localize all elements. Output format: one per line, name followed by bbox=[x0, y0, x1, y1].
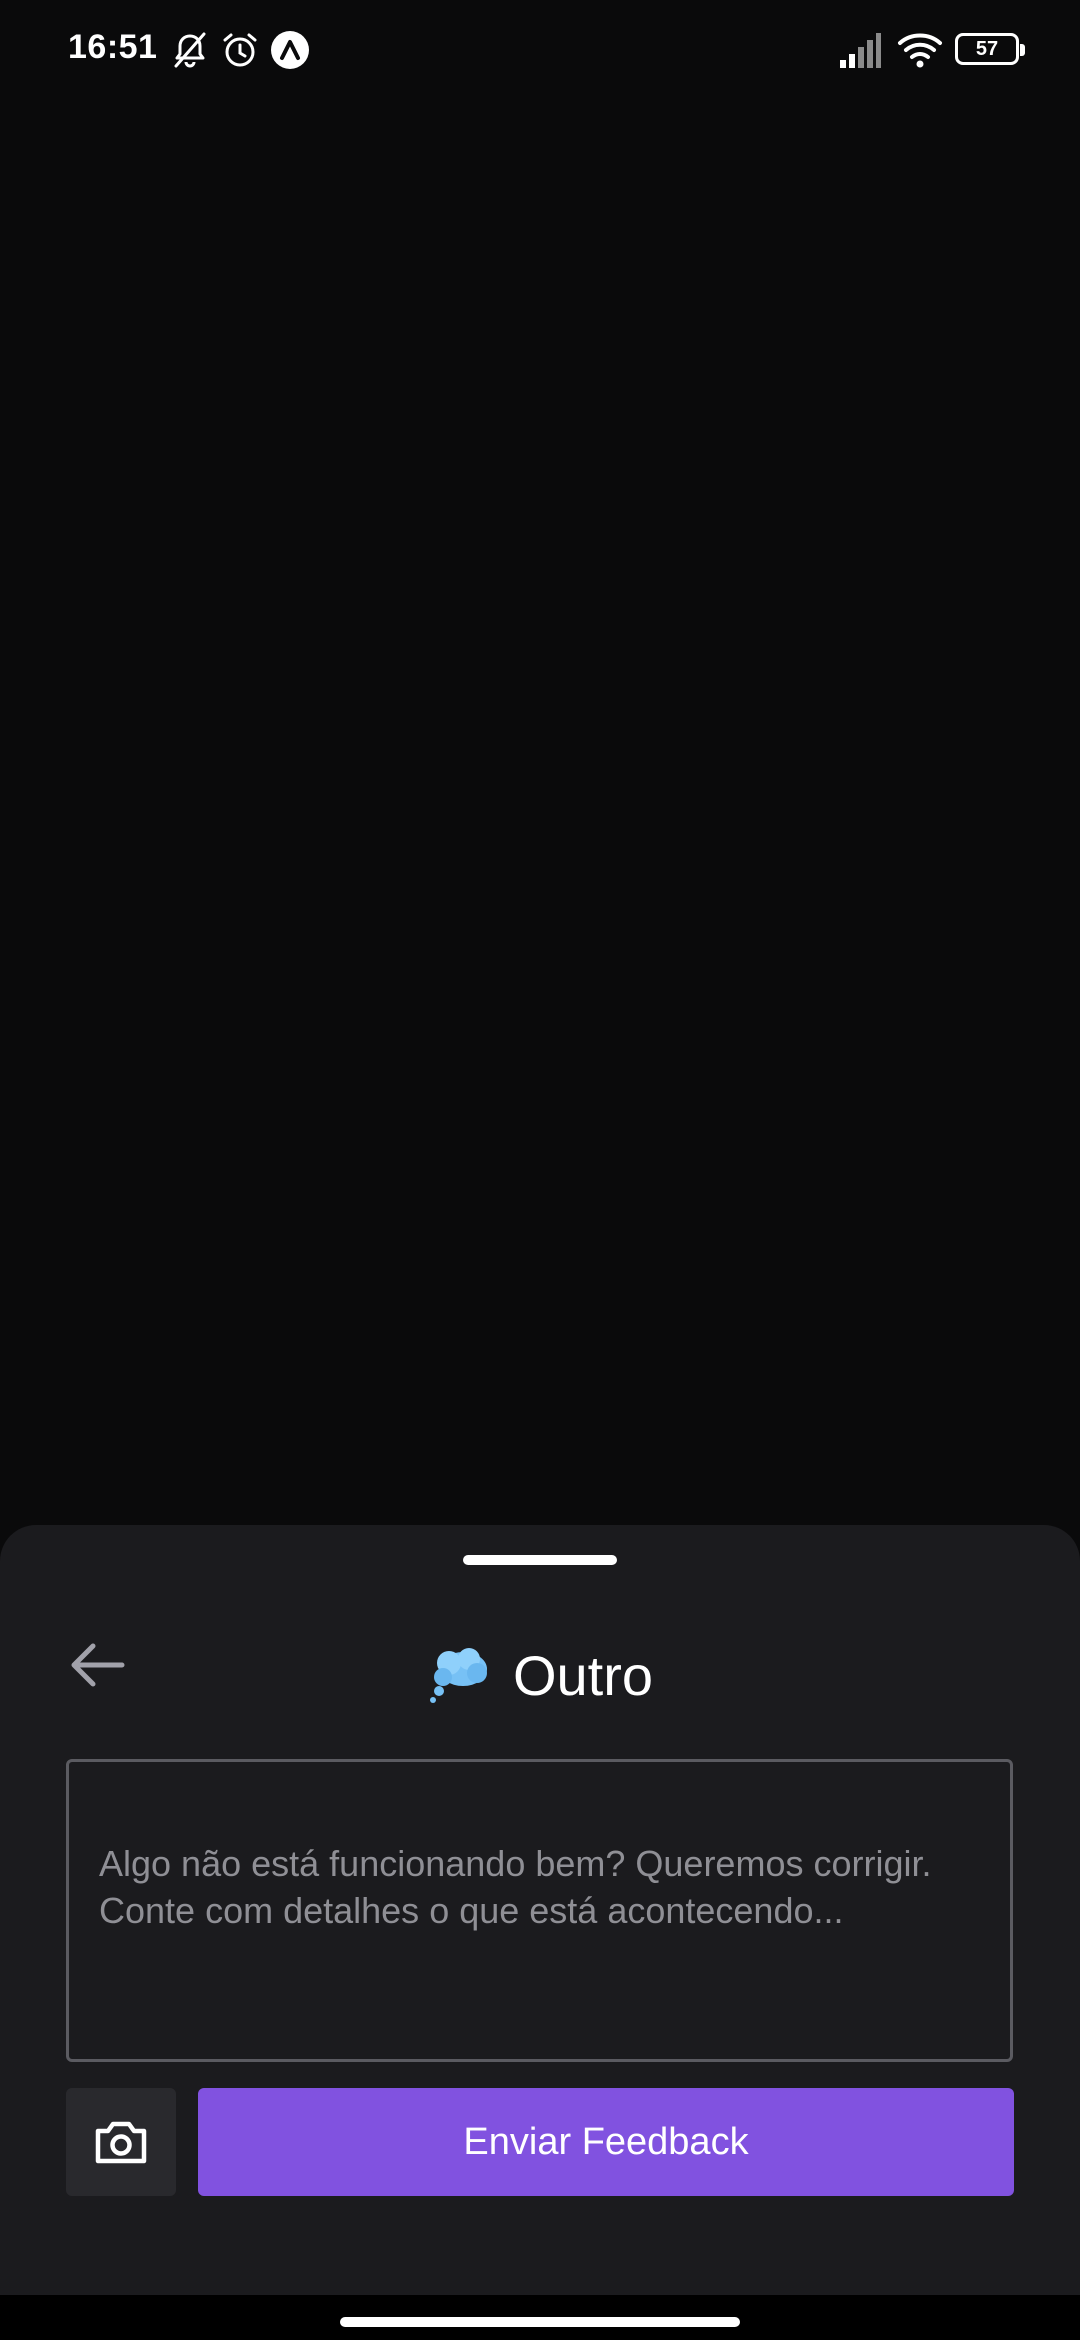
signal-icon bbox=[840, 33, 881, 68]
wifi-icon bbox=[898, 33, 942, 68]
screen: 16:51 57 Outro Algo não está funcionando… bbox=[0, 0, 1080, 2340]
battery-level: 57 bbox=[975, 37, 999, 60]
bell-off-icon bbox=[174, 32, 206, 68]
sheet-title: Outro bbox=[512, 1643, 654, 1707]
screenshot-button[interactable] bbox=[66, 2088, 176, 2196]
home-indicator[interactable] bbox=[340, 2317, 740, 2327]
status-bar: 16:51 57 bbox=[0, 0, 1080, 100]
navigation-bar bbox=[0, 2295, 1080, 2340]
send-feedback-button[interactable]: Enviar Feedback bbox=[198, 2088, 1014, 2196]
sheet-header: Outro bbox=[0, 1630, 1080, 1720]
status-time: 16:51 bbox=[68, 28, 158, 66]
alarm-icon bbox=[223, 33, 257, 67]
battery-icon: 57 bbox=[955, 33, 1025, 65]
camera-icon bbox=[95, 2121, 147, 2164]
drag-handle[interactable] bbox=[463, 1555, 617, 1565]
feedback-textarea[interactable] bbox=[66, 1759, 1013, 2062]
app-a-icon bbox=[271, 31, 309, 69]
feedback-sheet: Outro Enviar Feedback bbox=[0, 1525, 1080, 2295]
thought-bubble-icon bbox=[429, 1648, 487, 1703]
